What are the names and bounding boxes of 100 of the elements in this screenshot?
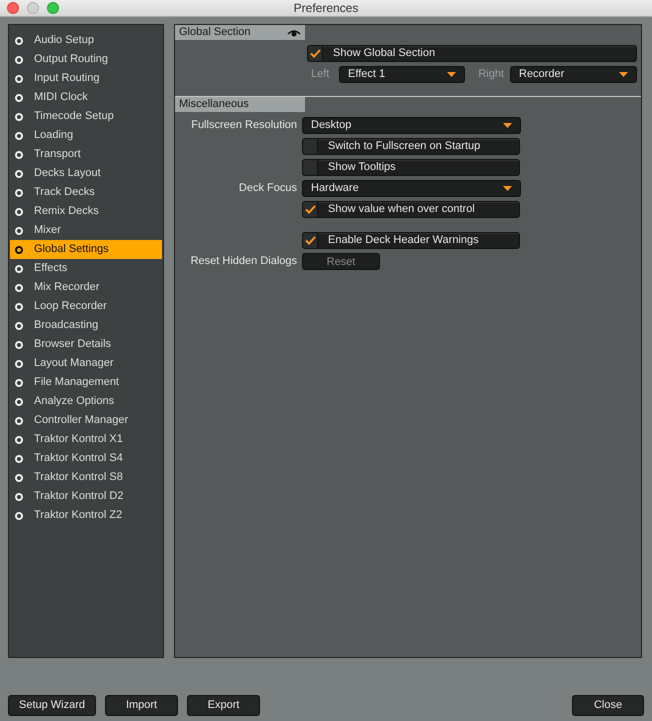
sidebar-item-label: Global Settings — [34, 242, 109, 258]
sidebar-item[interactable]: Traktor Kontrol X1 — [10, 430, 162, 449]
bullet-icon — [15, 94, 23, 102]
zoom-window-button[interactable] — [47, 2, 59, 14]
bullet-icon — [15, 132, 23, 140]
checkbox[interactable]: Show Global Section — [307, 45, 637, 62]
footer-button[interactable]: Import — [105, 695, 178, 716]
checkbox-label: Show Tooltips — [327, 160, 396, 176]
checkbox[interactable]: Show value when over control — [302, 201, 520, 218]
sidebar-item-label: Decks Layout — [34, 166, 101, 182]
sidebar-item[interactable]: Layout Manager — [10, 354, 162, 373]
dropdown-value: Recorder — [519, 67, 564, 82]
sidebar-item-label: Traktor Kontrol Z2 — [34, 508, 122, 524]
checkmark-icon — [310, 49, 320, 58]
minimize-window-button[interactable] — [27, 2, 39, 14]
sidebar-item-label: Traktor Kontrol D2 — [34, 489, 124, 504]
checkbox[interactable]: Enable Deck Header Warnings — [302, 232, 520, 249]
bullet-icon — [15, 264, 23, 272]
footer-button[interactable]: Export — [187, 695, 260, 716]
dropdown[interactable]: Recorder — [510, 66, 637, 83]
footer-button[interactable]: Setup Wizard — [8, 695, 96, 716]
sidebar-item-label: Track Decks — [34, 185, 95, 200]
bullet-icon — [15, 150, 23, 158]
sidebar-item[interactable]: Effects — [10, 259, 162, 278]
sidebar-item[interactable]: File Management — [10, 373, 162, 392]
sidebar-item[interactable]: Output Routing — [10, 50, 162, 69]
close-button[interactable]: Close — [572, 695, 644, 716]
dropdown[interactable]: Desktop — [302, 117, 521, 134]
field-label: Deck Focus — [238, 181, 297, 196]
bullet-icon — [15, 74, 23, 82]
sidebar-item[interactable]: Track Decks — [10, 183, 162, 202]
sidebar-item-label: Loading — [34, 128, 74, 144]
sidebar-item-label: Controller Manager — [34, 413, 128, 428]
sidebar-item[interactable]: Broadcasting — [10, 316, 162, 335]
sidebar-item-label: Loop Recorder — [34, 299, 107, 314]
checkbox[interactable]: Switch to Fullscreen on Startup — [302, 138, 520, 155]
sidebar-item[interactable]: Audio Setup — [10, 31, 162, 50]
sidebar-item[interactable]: Loop Recorder — [10, 297, 162, 316]
sidebar-item-label: Transport — [34, 147, 81, 162]
sidebar-item[interactable]: Remix Decks — [10, 202, 162, 221]
bullet-icon — [15, 492, 23, 500]
sidebar-item[interactable]: Global Settings — [10, 240, 162, 259]
bullet-icon — [15, 512, 23, 520]
sidebar-item[interactable]: Traktor Kontrol S4 — [10, 449, 162, 468]
checkmark-icon — [304, 236, 316, 245]
field-label: Reset Hidden Dialogs — [190, 254, 297, 270]
bullet-icon — [15, 170, 23, 178]
sidebar-item-label: MIDI Clock — [34, 90, 88, 106]
sidebar-item-label: Traktor Kontrol X1 — [34, 432, 123, 448]
sidebar-item[interactable]: Browser Details — [10, 335, 162, 354]
sidebar-item-label: Broadcasting — [34, 318, 98, 334]
sidebar-item-label: Traktor Kontrol S8 — [34, 470, 123, 486]
sidebar-item-label: Output Routing — [34, 52, 108, 68]
sidebar-item-label: Remix Decks — [34, 204, 99, 220]
bullet-icon — [15, 436, 23, 444]
section-title: Miscellaneous — [179, 97, 249, 112]
checkbox[interactable]: Show Tooltips — [302, 159, 520, 176]
bullet-icon — [15, 302, 23, 310]
window-title: Preferences — [294, 0, 358, 17]
eye-icon — [287, 28, 301, 36]
dropdown-value: Effect 1 — [348, 67, 386, 82]
caret-icon — [447, 72, 456, 77]
sidebar-item[interactable]: Controller Manager — [10, 411, 162, 430]
sidebar-item[interactable]: Decks Layout — [10, 164, 162, 183]
checkbox-label: Show Global Section — [332, 46, 436, 62]
sidebar-item-label: Input Routing — [34, 71, 100, 86]
caret-icon — [619, 72, 628, 77]
sidebar-item[interactable]: Transport — [10, 145, 162, 164]
sidebar-item[interactable]: Traktor Kontrol Z2 — [10, 506, 162, 525]
bullet-icon — [15, 416, 23, 424]
sidebar-item[interactable]: Loading — [10, 126, 162, 145]
sidebar-item[interactable]: Input Routing — [10, 69, 162, 88]
caret-icon — [503, 186, 512, 191]
field-label: Left — [310, 67, 330, 82]
sidebar-item[interactable]: Analyze Options — [10, 392, 162, 411]
bullet-icon — [15, 112, 23, 120]
sidebar-item[interactable]: Traktor Kontrol S8 — [10, 468, 162, 487]
checkbox-label: Show value when over control — [327, 202, 475, 218]
sidebar-item-label: Audio Setup — [34, 33, 94, 48]
dropdown[interactable]: Hardware — [302, 180, 521, 197]
dropdown-value: Hardware — [311, 181, 359, 196]
bullet-icon — [15, 36, 23, 44]
sidebar-item-label: Effects — [34, 261, 68, 276]
sidebar-item[interactable]: Mixer — [10, 221, 162, 240]
sidebar-item-label: Browser Details — [34, 337, 112, 352]
caret-icon — [503, 123, 512, 128]
bullet-icon — [15, 188, 23, 196]
sidebar-item-label: Analyze Options — [34, 394, 114, 410]
bullet-icon — [15, 322, 23, 330]
dropdown-value: Desktop — [311, 118, 352, 134]
field-label: Right — [477, 67, 505, 82]
sidebar-item[interactable]: Traktor Kontrol D2 — [10, 487, 162, 506]
bullet-icon — [15, 474, 23, 482]
sidebar-item[interactable]: Mix Recorder — [10, 278, 162, 297]
bullet-icon — [15, 360, 23, 368]
close-window-button[interactable] — [7, 2, 19, 14]
sidebar-item[interactable]: Timecode Setup — [10, 107, 162, 126]
dropdown[interactable]: Effect 1 — [339, 66, 465, 83]
sidebar-item[interactable]: MIDI Clock — [10, 88, 162, 107]
bullet-icon — [15, 246, 23, 254]
